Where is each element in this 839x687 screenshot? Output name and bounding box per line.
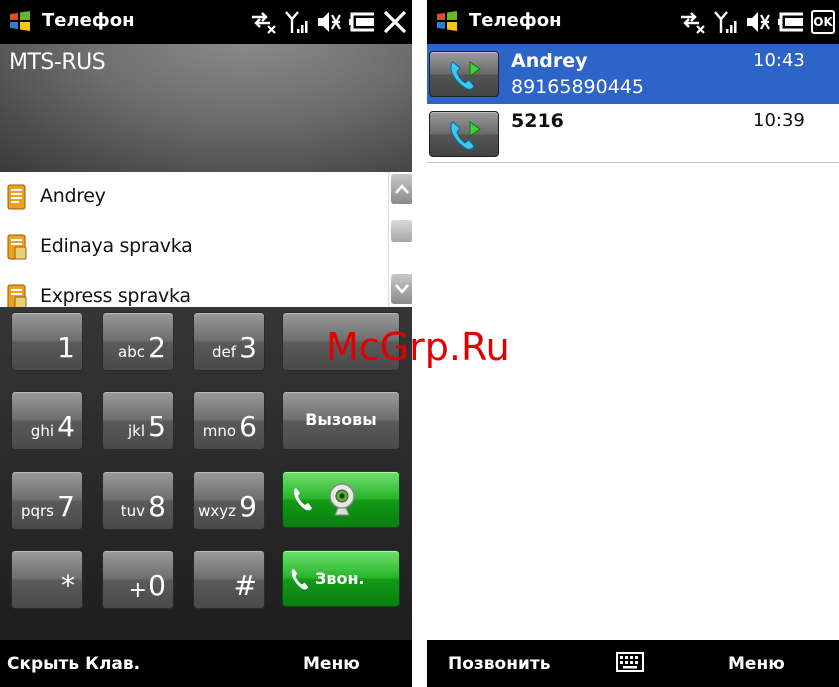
key-9[interactable]: wxyz 9 xyxy=(193,471,265,530)
key-6[interactable]: mno 6 xyxy=(193,391,265,450)
contact-item-edinaya-spravka[interactable]: Edinaya spravka xyxy=(0,222,388,272)
call-back-button[interactable] xyxy=(429,111,499,157)
carrier-name: MTS-RUS xyxy=(9,50,106,75)
call-softkey[interactable]: Позвонить xyxy=(448,654,550,674)
call-history-item-5216[interactable]: 5216 10:39 xyxy=(427,104,839,164)
scroll-up-button[interactable] xyxy=(391,174,412,204)
app-title: Телефон xyxy=(469,10,562,31)
calls-button-label: Вызовы xyxy=(305,410,377,429)
key-5[interactable]: jkl 5 xyxy=(102,391,174,450)
contact-card-icon xyxy=(7,184,26,210)
caller-name: Andrey xyxy=(511,50,588,72)
signal-strength-icon[interactable] xyxy=(713,9,739,35)
contact-name: Express spravka xyxy=(40,285,191,307)
call-history-item-andrey[interactable]: Andrey 10:43 89165890445 xyxy=(427,44,839,104)
list-divider xyxy=(427,162,839,163)
key-2[interactable]: abc 2 xyxy=(102,312,174,371)
key-star[interactable]: * xyxy=(11,550,83,609)
softkey-bar: Скрыть Клав. Меню xyxy=(0,640,412,687)
key-0[interactable]: +0 xyxy=(102,550,174,609)
status-bar: Телефон OK xyxy=(427,0,839,44)
chevron-up-icon xyxy=(395,184,409,194)
contact-name: Andrey xyxy=(40,185,106,207)
video-call-button[interactable] xyxy=(282,471,400,528)
phone-handset-icon xyxy=(291,568,309,590)
contact-item-andrey[interactable]: Andrey xyxy=(0,172,388,222)
menu-softkey[interactable]: Меню xyxy=(303,654,360,674)
key-7[interactable]: pqrs 7 xyxy=(11,471,83,530)
status-bar: Телефон xyxy=(0,0,412,44)
softkey-bar: Позвонить Меню xyxy=(427,640,839,687)
watermark: McGrp.Ru xyxy=(326,325,510,369)
volume-muted-icon[interactable] xyxy=(316,9,342,35)
app-title: Телефон xyxy=(42,10,135,31)
key-4[interactable]: ghi 4 xyxy=(11,391,83,450)
battery-icon[interactable] xyxy=(777,9,805,35)
call-time: 10:39 xyxy=(753,110,805,131)
webcam-icon xyxy=(329,483,355,516)
ok-button[interactable]: OK xyxy=(811,10,835,34)
close-icon[interactable] xyxy=(382,9,408,35)
signal-strength-icon[interactable] xyxy=(284,9,310,35)
contact-item-express-spravka[interactable]: Express spravka xyxy=(0,272,388,307)
calls-button[interactable]: Вызовы xyxy=(282,391,400,450)
keyboard-icon[interactable] xyxy=(616,652,644,672)
volume-muted-icon[interactable] xyxy=(745,9,771,35)
dial-button[interactable]: Звон. xyxy=(282,550,400,607)
windows-start-icon[interactable] xyxy=(435,10,459,32)
caller-number: 89165890445 xyxy=(511,76,644,98)
call-time: 10:43 xyxy=(753,50,805,71)
battery-icon[interactable] xyxy=(348,9,376,35)
key-hash[interactable]: # xyxy=(193,550,265,609)
contact-list-scrollbar[interactable] xyxy=(388,172,412,307)
contact-list: Andrey Edinaya spravka Express spravka xyxy=(0,172,412,307)
data-connection-icon[interactable] xyxy=(250,9,278,35)
menu-softkey[interactable]: Меню xyxy=(728,654,785,674)
caller-name: 5216 xyxy=(511,110,564,132)
phone-handset-icon xyxy=(293,488,312,511)
call-back-button[interactable] xyxy=(429,51,499,97)
windows-start-icon[interactable] xyxy=(8,10,32,32)
outgoing-call-icon xyxy=(450,121,481,150)
key-1[interactable]: 1 xyxy=(11,312,83,371)
sim-contact-icon xyxy=(7,234,27,260)
chevron-down-icon xyxy=(395,284,409,294)
key-8[interactable]: tuv 8 xyxy=(102,471,174,530)
key-3[interactable]: def 3 xyxy=(193,312,265,371)
hide-keyboard-softkey[interactable]: Скрыть Клав. xyxy=(7,654,140,674)
outgoing-call-icon xyxy=(450,61,481,90)
carrier-banner: MTS-RUS xyxy=(0,44,412,172)
dial-button-label: Звон. xyxy=(315,569,365,588)
scroll-thumb[interactable] xyxy=(391,220,412,242)
sim-contact-icon xyxy=(7,284,27,307)
scroll-down-button[interactable] xyxy=(391,274,412,304)
contact-name: Edinaya spravka xyxy=(40,235,193,257)
data-connection-icon[interactable] xyxy=(679,9,707,35)
